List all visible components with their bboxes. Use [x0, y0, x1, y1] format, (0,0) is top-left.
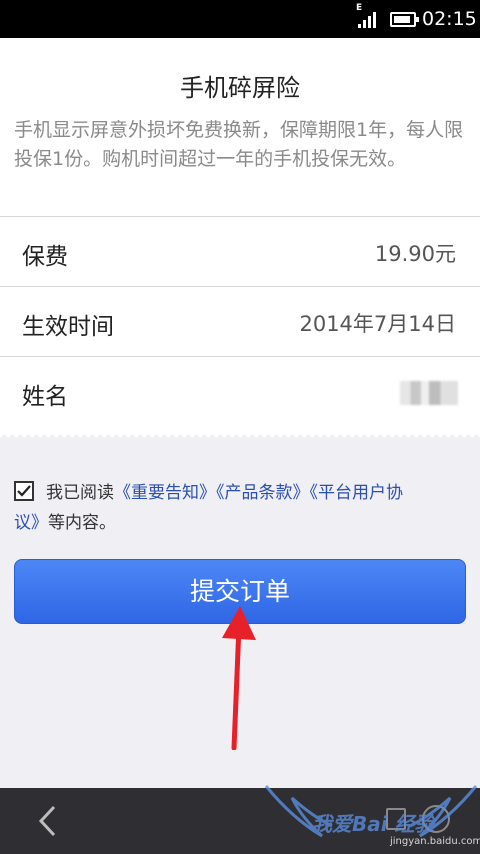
watermark-url: jingyan.baidu.com	[390, 836, 480, 847]
insurance-card: 手机碎屏险 手机显示屏意外损坏免费换新，保障期限1年，每人限投保1份。购机时间超…	[0, 38, 480, 430]
effective-date-value: 2014年7月14日	[299, 312, 456, 336]
premium-value: 19.90元	[374, 242, 456, 266]
platform-agreement-link[interactable]: 《平台用户协	[310, 483, 404, 503]
effective-date-label: 生效时间	[22, 314, 114, 340]
battery-icon	[390, 12, 419, 27]
agreement-text-line2: 议》等内容。	[14, 508, 314, 538]
name-label: 姓名	[22, 384, 68, 410]
card-torn-edge	[0, 430, 480, 438]
agreement-prefix: 我已阅读	[46, 483, 114, 503]
back-icon[interactable]	[36, 804, 60, 838]
important-notice-link[interactable]: 《重要告知》	[114, 483, 216, 503]
product-description: 手机显示屏意外损坏免费换新，保障期限1年，每人限投保1份。购机时间超过一年的手机…	[14, 119, 464, 170]
baidu-jingyan-watermark: 我爱Bai 经验 jingyan.baidu.com	[262, 778, 480, 854]
premium-row: 保费 19.90元	[0, 216, 480, 286]
page-title: 手机碎屏险	[180, 74, 300, 102]
watermark-text: 我爱Bai 经验	[312, 812, 435, 836]
status-time: 02:15	[422, 8, 477, 30]
product-terms-link[interactable]: 《产品条款》	[216, 483, 310, 503]
name-row[interactable]: 姓名	[0, 356, 480, 426]
agreement-checkbox[interactable]	[14, 481, 34, 501]
agreement-text: 我已阅读《重要告知》《产品条款》《平台用户协	[46, 478, 466, 508]
effective-date-row: 生效时间 2014年7月14日	[0, 286, 480, 356]
signal-icon	[358, 12, 380, 28]
name-value-redacted	[400, 381, 458, 405]
agreement-suffix: 等内容。	[48, 513, 116, 533]
checkmark-icon	[17, 485, 31, 497]
annotation-arrow	[222, 606, 256, 750]
premium-label: 保费	[22, 244, 68, 270]
platform-agreement-link-cont[interactable]: 议》	[14, 513, 48, 533]
status-bar: E 02:15	[0, 0, 480, 38]
